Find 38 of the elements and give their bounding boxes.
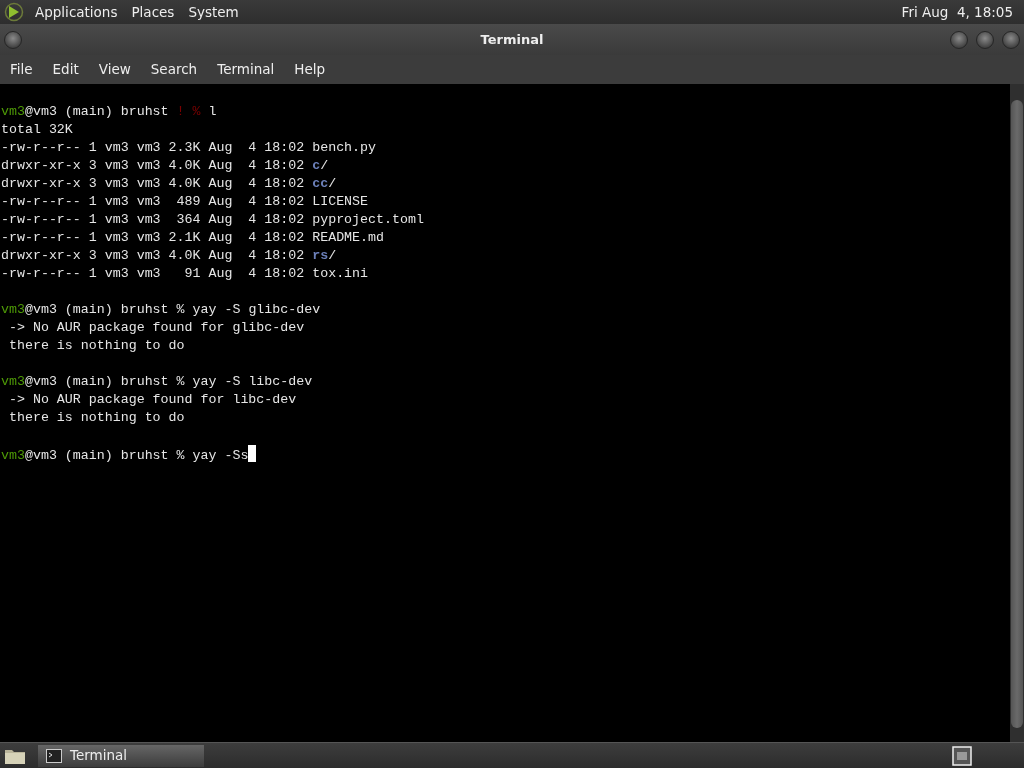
terminal-line: -rw-r--r-- 1 vm3 vm3 489 Aug 4 18:02 LICENSE [1, 193, 370, 211]
terminal-line: -rw-r--r-- 1 vm3 vm3 91 Aug 4 18:02 tox.ini [1, 265, 370, 283]
terminal-line: -> No AUR package found for libc-dev [7, 391, 298, 409]
terminal-line: there is nothing to do [7, 337, 186, 355]
terminal-line: vm3@vm3 (main) bruhst ! % l [1, 103, 218, 121]
terminal-line: drwxr-xr-x 3 vm3 vm3 4.0K Aug 4 18:02 rs/ [1, 247, 338, 265]
terminal-line: drwxr-xr-x 3 vm3 vm3 4.0K Aug 4 18:02 c/ [1, 157, 330, 175]
terminal-line: drwxr-xr-x 3 vm3 vm3 4.0K Aug 4 18:02 cc/ [1, 175, 338, 193]
app-menu-logo-icon[interactable] [4, 2, 24, 22]
close-button[interactable] [1002, 30, 1020, 49]
terminal-line: vm3@vm3 (main) bruhst % yay -Ss [1, 445, 1010, 465]
terminal-line: there is nothing to do [7, 409, 186, 427]
terminal-line: vm3@vm3 (main) bruhst % yay -S glibc-dev [1, 301, 322, 319]
window-title: Terminal [480, 30, 544, 49]
terminal-line: -rw-r--r-- 1 vm3 vm3 364 Aug 4 18:02 pyproject.toml [1, 211, 425, 229]
terminal-line: vm3@vm3 (main) bruhst % yay -S libc-dev [1, 373, 314, 391]
panel-clock: Fri Aug 4, 18:05 [900, 2, 1014, 22]
workspace-switcher-icon[interactable] [952, 745, 972, 766]
menu-item[interactable]: File [0, 59, 43, 80]
maximize-button[interactable] [976, 30, 994, 49]
menu-item[interactable]: Terminal [207, 59, 285, 80]
terminal-line: total 32K [1, 121, 74, 139]
window-menu-button[interactable] [4, 30, 22, 49]
terminal-line: -rw-r--r-- 1 vm3 vm3 2.3K Aug 4 18:02 bench.py [1, 139, 378, 157]
scrollbar[interactable] [1010, 84, 1024, 742]
terminal-line: -> No AUR package found for glibc-dev [7, 319, 306, 337]
menu-item[interactable]: Edit [42, 59, 89, 80]
menu-item[interactable]: Search [140, 59, 208, 80]
scrollbar-thumb[interactable] [1011, 100, 1023, 728]
minimize-button[interactable] [950, 30, 968, 49]
menu-item[interactable]: Help [284, 59, 336, 80]
panel-menu[interactable]: Applications [28, 1, 125, 23]
taskbar-button[interactable]: Terminal [38, 744, 204, 767]
panel-menu[interactable]: Places [124, 1, 182, 23]
terminal-line: -rw-r--r-- 1 vm3 vm3 2.1K Aug 4 18:02 README.md [1, 229, 385, 247]
panel-menu[interactable]: System [181, 1, 246, 23]
terminal-icon [46, 748, 62, 763]
menu-item[interactable]: View [88, 59, 141, 80]
